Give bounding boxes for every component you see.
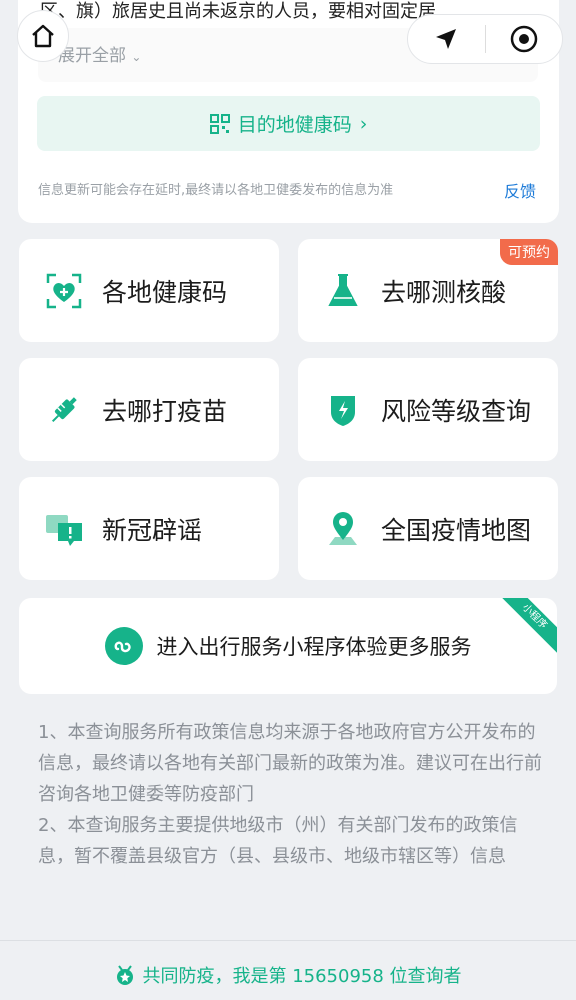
tile-label: 新冠辟谣	[102, 515, 203, 545]
notes-section: 1、本查询服务所有政策信息均来源于各地政府官方公开发布的信息，最终请以各地有关部…	[38, 717, 543, 872]
tile-label: 全国疫情地图	[381, 515, 532, 545]
flask-icon	[328, 273, 358, 306]
tile-nucleic-test[interactable]: 去哪测核酸 可预约	[298, 239, 558, 342]
tile-vaccination[interactable]: 去哪打疫苗	[19, 358, 279, 461]
note-1: 1、本查询服务所有政策信息均来源于各地政府官方公开发布的信息，最终请以各地有关部…	[38, 722, 542, 805]
home-icon	[32, 24, 54, 48]
mini-program-icon	[104, 627, 143, 665]
appointment-badge: 可预约	[500, 239, 558, 265]
tile-epidemic-map[interactable]: 全国疫情地图	[298, 477, 558, 580]
home-button[interactable]	[17, 10, 69, 62]
map-pin-icon	[329, 511, 357, 545]
tile-label: 去哪打疫苗	[102, 396, 228, 426]
tile-risk-level[interactable]: 风险等级查询	[298, 358, 558, 461]
destination-health-code-label: 目的地健康码	[237, 114, 352, 136]
policy-text: 区、旗）旅居史且尚未返京的人员，要相对固定居	[40, 1, 436, 22]
shield-bolt-icon	[331, 395, 355, 426]
navigation-arrow-icon	[436, 29, 457, 49]
health-code-icon	[46, 273, 82, 308]
footer-text: 共同防疫，我是第 15650958 位查询者	[142, 966, 462, 987]
mini-program-label: 进入出行服务小程序体验更多服务	[156, 635, 472, 659]
capsule-menu	[407, 14, 563, 64]
syringe-icon	[51, 396, 77, 422]
note-2: 2、本查询服务主要提供地级市（州）有关部门发布的政策信息，暂不覆盖县级官方（县、…	[38, 815, 518, 867]
expand-all-link[interactable]: 展开全部 ⌄	[58, 41, 141, 66]
feedback-link[interactable]: 反馈	[504, 178, 536, 202]
tile-rumor[interactable]: 新冠辟谣	[19, 477, 279, 580]
chevron-right-icon: ›	[359, 112, 368, 135]
footer: 共同防疫，我是第 15650958 位查询者	[0, 955, 576, 995]
footer-divider	[0, 940, 576, 941]
mini-program-ribbon: 小程序	[495, 598, 557, 656]
destination-health-code-button[interactable]: 目的地健康码 ›	[37, 96, 540, 151]
tile-health-codes[interactable]: 各地健康码	[19, 239, 279, 342]
location-button[interactable]	[408, 26, 485, 52]
tile-label: 各地健康码	[102, 277, 228, 307]
mini-program-card[interactable]: 进入出行服务小程序体验更多服务 小程序	[19, 598, 557, 694]
tile-label: 风险等级查询	[381, 396, 532, 426]
chat-alert-icon	[46, 514, 82, 546]
disclaimer-text: 信息更新可能会存在延时,最终请以各地卫健委发布的信息为准	[38, 183, 394, 198]
badge-icon	[117, 965, 134, 985]
tile-label: 去哪测核酸	[381, 277, 507, 307]
chevron-down-icon: ⌄	[131, 50, 142, 64]
qr-code-icon	[209, 113, 230, 134]
close-miniprogram-button[interactable]	[486, 24, 563, 54]
target-icon	[510, 25, 537, 53]
expand-all-label: 展开全部	[58, 46, 126, 66]
